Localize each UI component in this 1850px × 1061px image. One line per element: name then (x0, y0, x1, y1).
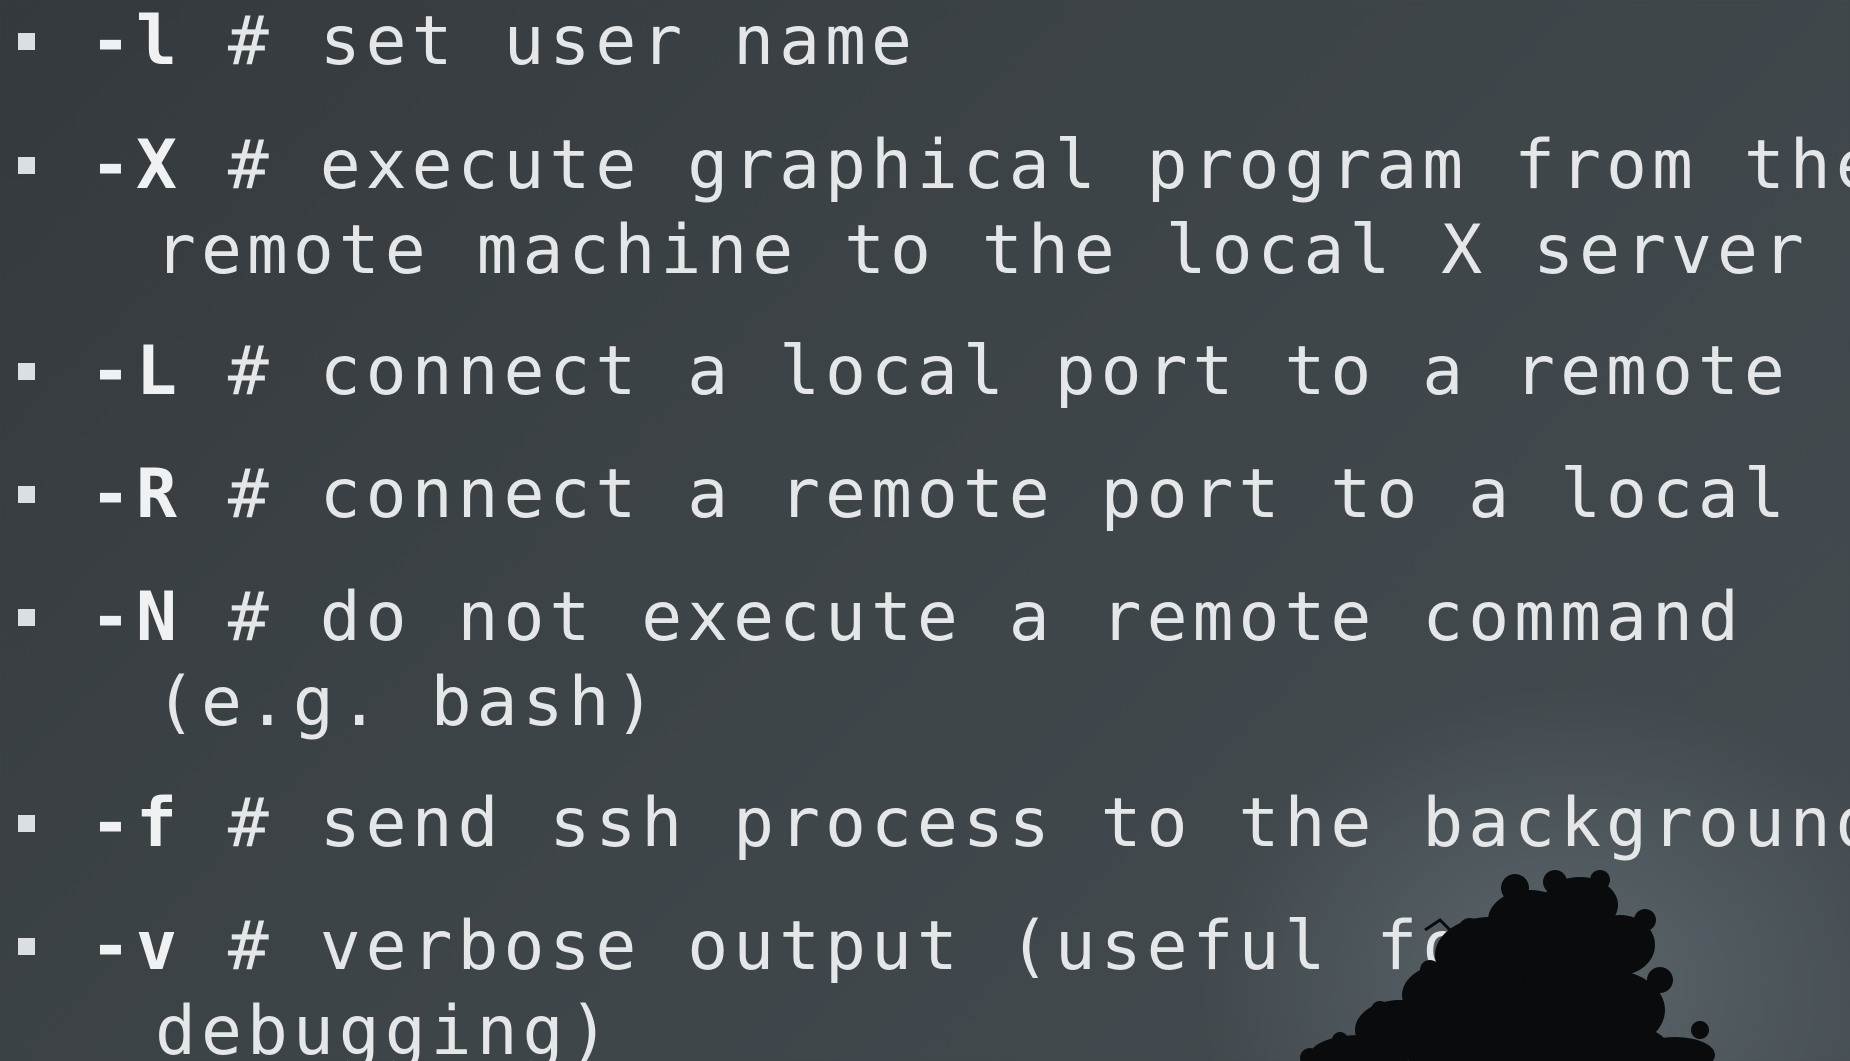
tree-silhouette-icon (1300, 870, 1715, 1061)
flag-R: -R (90, 455, 182, 534)
square-bullet-icon (18, 486, 35, 503)
item-description: # set user name (181, 2, 917, 81)
flag-L: -L (90, 332, 182, 411)
square-bullet-icon (18, 363, 35, 380)
flag-v: -v (90, 907, 182, 986)
item-continuation: (e.g. bash) (155, 663, 661, 742)
square-bullet-icon (18, 815, 35, 832)
item-continuation: debugging) (155, 992, 615, 1061)
item-description: # do not execute a remote command (181, 578, 1744, 657)
square-bullet-icon (18, 938, 35, 955)
item-description: # connect a local port to a remote (181, 332, 1790, 411)
item-description: # execute graphical program from the (181, 126, 1850, 205)
square-bullet-icon (18, 157, 35, 174)
flag-N: -N (90, 578, 182, 657)
item-description: # connect a remote port to a local (181, 455, 1790, 534)
square-bullet-icon (18, 609, 35, 626)
flag-X: -X (90, 126, 182, 205)
square-bullet-icon (18, 33, 35, 50)
flag-l: -l (90, 2, 182, 81)
flag-f: -f (90, 784, 182, 863)
item-continuation: remote machine to the local X server (155, 211, 1809, 290)
item-description: # send ssh process to the background (181, 784, 1850, 863)
slide: -l # set user name -X # execute graphica… (0, 0, 1850, 1061)
